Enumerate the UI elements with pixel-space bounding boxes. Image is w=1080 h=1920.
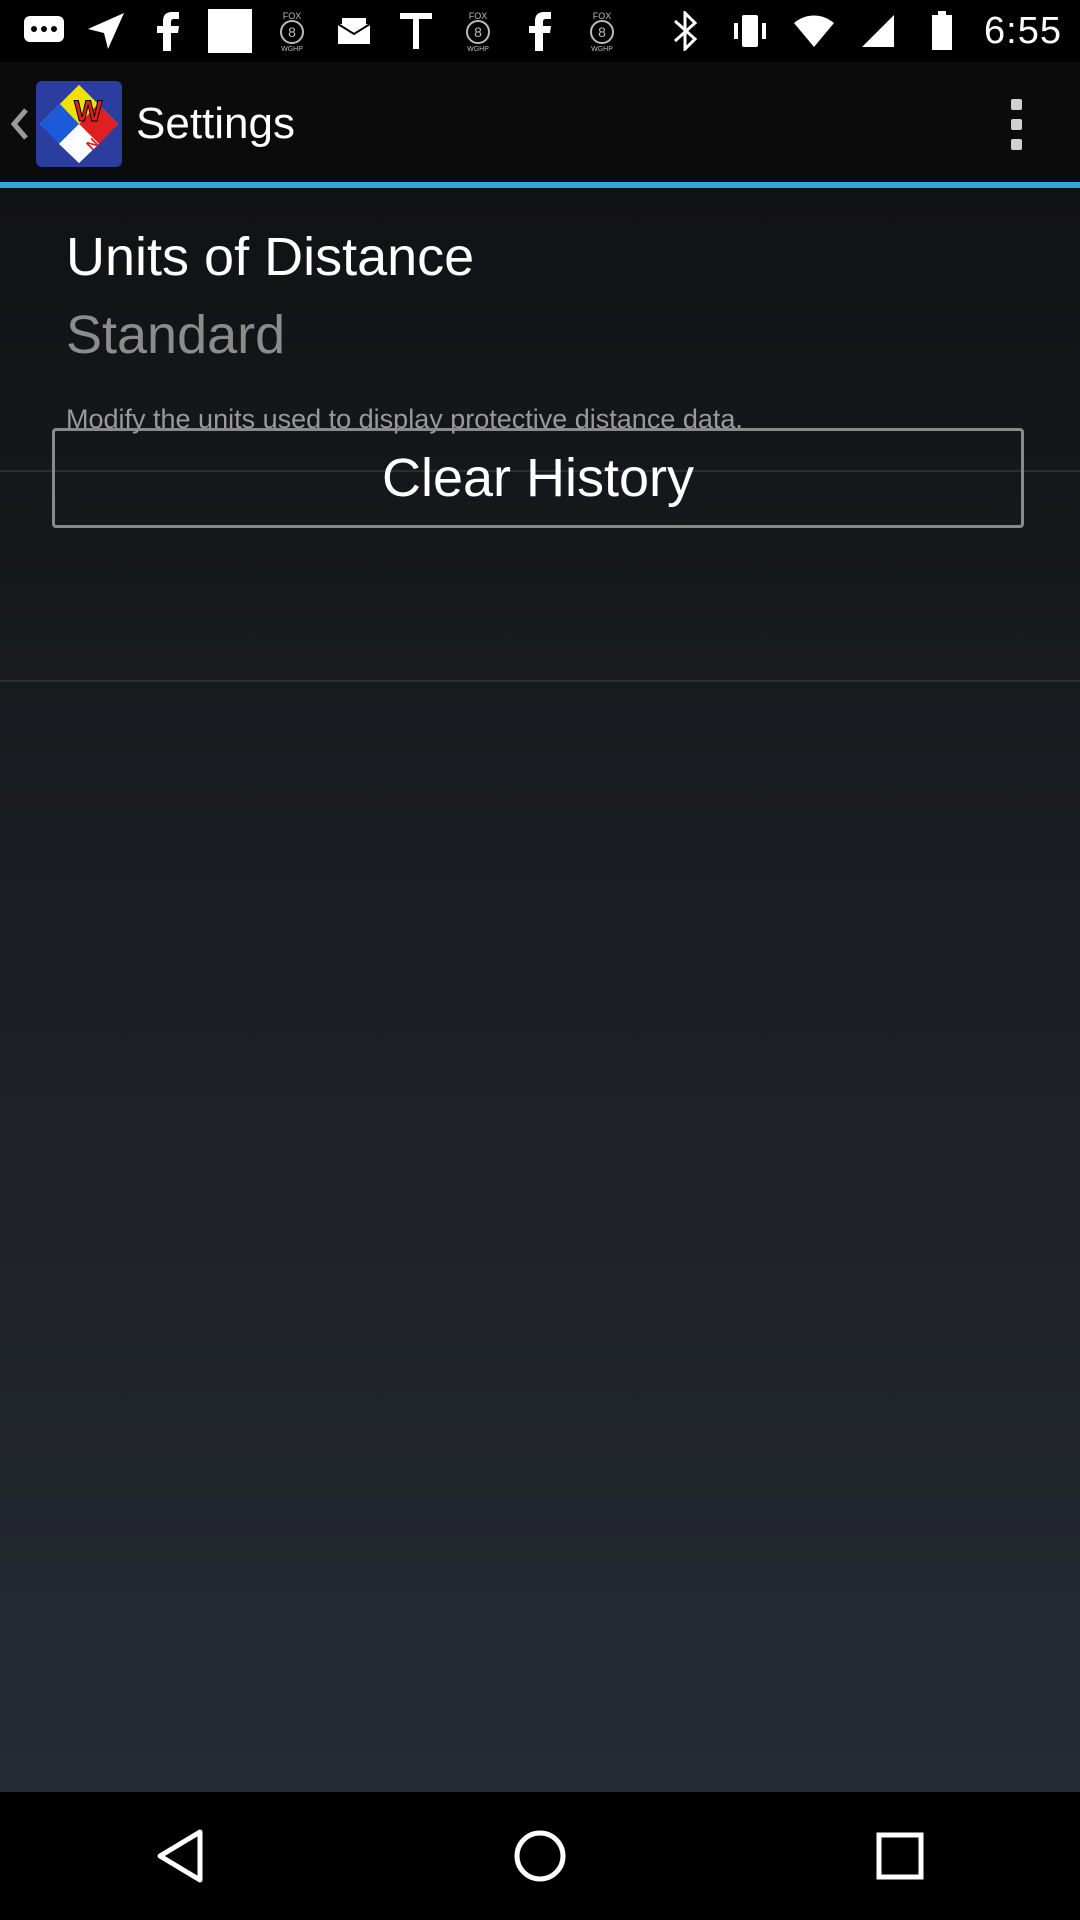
system-icons: 6:55 — [664, 10, 1080, 53]
signal-icon — [856, 11, 900, 51]
bluetooth-icon — [664, 11, 708, 51]
home-circle-icon — [514, 1830, 566, 1882]
home-button[interactable] — [480, 1806, 600, 1906]
fox8-icon: FOX 8 WGHP — [456, 11, 500, 53]
overflow-dot — [1010, 98, 1022, 110]
navigation-icon — [84, 11, 128, 51]
chat-icon — [22, 11, 66, 51]
overflow-dot — [1010, 118, 1022, 130]
svg-text:WGHP: WGHP — [591, 46, 613, 53]
mail-icon — [332, 11, 376, 51]
recents-button[interactable] — [840, 1806, 960, 1906]
status-bar: FOX 8 WGHP FOX 8 WGHP FOX 8 WGHP 6:55 — [0, 0, 1080, 62]
clock: 6:55 — [984, 9, 1062, 52]
navigation-bar — [0, 1792, 1080, 1920]
overflow-dot — [1010, 138, 1022, 150]
svg-text:8: 8 — [598, 24, 606, 40]
preference-value: Standard — [66, 305, 286, 365]
back-button[interactable] — [120, 1806, 240, 1906]
text-t-icon — [394, 11, 438, 51]
image-icon — [208, 9, 252, 53]
facebook-icon — [146, 11, 190, 51]
back-caret-icon[interactable] — [6, 104, 34, 144]
recents-square-icon — [876, 1832, 924, 1880]
svg-text:8: 8 — [474, 24, 482, 40]
clear-history-button[interactable]: Clear History — [52, 428, 1024, 528]
facebook-icon — [518, 11, 562, 51]
preference-title: Units of Distance — [66, 227, 475, 287]
wifi-icon — [792, 11, 836, 51]
svg-text:FOX: FOX — [593, 11, 612, 21]
fox8-icon: FOX 8 WGHP — [270, 11, 314, 53]
overflow-menu-button[interactable] — [986, 62, 1046, 186]
vibrate-icon — [728, 11, 772, 51]
svg-text:FOX: FOX — [283, 11, 302, 21]
back-triangle-icon — [157, 1829, 203, 1883]
svg-text:WGHP: WGHP — [281, 46, 303, 53]
action-bar: W NIH Settings — [0, 62, 1080, 186]
settings-content: Units of Distance Standard Modify the un… — [0, 188, 1080, 1792]
svg-text:8: 8 — [288, 24, 296, 40]
battery-icon — [920, 11, 964, 51]
logo-letter: W — [74, 95, 103, 128]
app-logo[interactable]: W NIH — [36, 81, 122, 167]
svg-text:FOX: FOX — [469, 11, 488, 21]
svg-text:WGHP: WGHP — [467, 46, 489, 53]
fox8-icon: FOX 8 WGHP — [580, 11, 624, 53]
notification-icons: FOX 8 WGHP FOX 8 WGHP FOX 8 WGHP — [0, 9, 664, 53]
page-title: Settings — [136, 99, 295, 148]
